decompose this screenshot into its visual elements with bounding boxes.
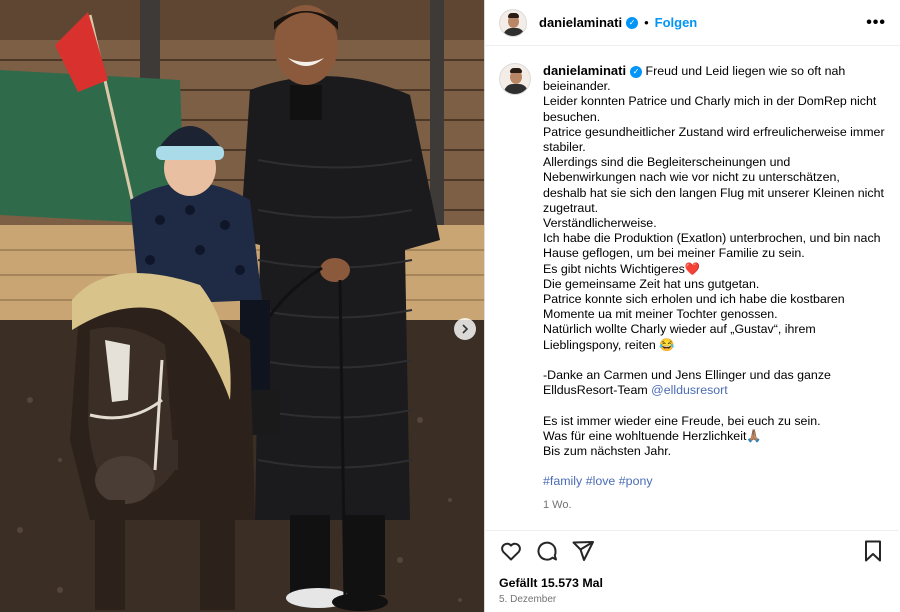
post-date: 5. Dezember bbox=[499, 594, 557, 605]
hashtag-link[interactable]: #pony bbox=[619, 474, 653, 488]
caption-text: danielaminati ✓ Freud und Leid liegen wie… bbox=[543, 63, 885, 513]
mention-link[interactable]: @elldusresort bbox=[651, 383, 728, 397]
caption-thanks: -Danke an Carmen und Jens Ellinger und d… bbox=[543, 368, 885, 398]
author-username[interactable]: danielaminati bbox=[539, 15, 622, 30]
hashtags: #family #love #pony bbox=[543, 474, 885, 489]
caption-line: Es ist immer wieder eine Freude, bei euc… bbox=[543, 413, 821, 428]
heart-icon[interactable] bbox=[499, 539, 523, 563]
caption-line: Allerdings sind die Begleiterscheinungen… bbox=[543, 155, 840, 185]
caption-line: Patrice konnte sich erholen und ich habe… bbox=[543, 292, 845, 322]
action-bar bbox=[485, 530, 899, 570]
post-photo[interactable] bbox=[0, 0, 484, 612]
bookmark-icon[interactable] bbox=[861, 539, 885, 563]
comments-area[interactable]: danielaminati ✓ Freud und Leid liegen wie… bbox=[485, 47, 899, 529]
more-options-icon[interactable]: ••• bbox=[866, 14, 886, 32]
caption-line: Es gibt nichts Wichtigeres❤️ bbox=[543, 261, 701, 276]
caption-avatar[interactable] bbox=[499, 63, 531, 95]
post-header: danielaminati ✓ • Folgen ••• bbox=[485, 0, 900, 46]
share-icon[interactable] bbox=[571, 539, 595, 563]
verified-badge-icon: ✓ bbox=[626, 16, 639, 29]
chevron-right-icon bbox=[462, 324, 469, 334]
post-timestamp[interactable]: 1 Wo. bbox=[543, 498, 885, 513]
caption-line: Verständlicherweise. bbox=[543, 216, 657, 231]
caption-line: Ich habe die Produktion (Exatlon) unterb… bbox=[543, 231, 881, 261]
avatar[interactable] bbox=[499, 8, 527, 37]
comment-icon[interactable] bbox=[535, 539, 559, 563]
caption-line: deshalb hat sie sich den langen Flug mit… bbox=[543, 185, 884, 215]
next-image-button[interactable] bbox=[454, 318, 476, 340]
likes-count[interactable]: Gefällt 15.573 Mal bbox=[499, 576, 603, 590]
caption-username[interactable]: danielaminati bbox=[543, 63, 626, 78]
caption-line: Was für eine wohltuende Herzlichkeit🙏🏽 bbox=[543, 428, 762, 443]
caption-line: Die gemeinsame Zeit hat uns gutgetan. bbox=[543, 276, 760, 291]
hashtag-link[interactable]: #family bbox=[543, 474, 582, 488]
caption-line: Bis zum nächsten Jahr. bbox=[543, 444, 672, 459]
separator-dot: • bbox=[644, 15, 649, 30]
hashtag-link[interactable]: #love bbox=[586, 474, 616, 488]
caption-line: Patrice gesundheitlicher Zustand wird er… bbox=[543, 124, 885, 155]
follow-button[interactable]: Folgen bbox=[655, 15, 698, 30]
caption-line: Natürlich wollte Charly wieder auf „Gust… bbox=[543, 322, 816, 352]
verified-badge-icon: ✓ bbox=[630, 65, 643, 78]
caption-line: Leider konnten Patrice und Charly mich i… bbox=[543, 94, 877, 124]
photo-illustration bbox=[0, 0, 484, 612]
caption-row: danielaminati ✓ Freud und Leid liegen wie… bbox=[499, 63, 885, 513]
post-side-panel: danielaminati ✓ • Folgen ••• danielamina… bbox=[484, 0, 900, 612]
